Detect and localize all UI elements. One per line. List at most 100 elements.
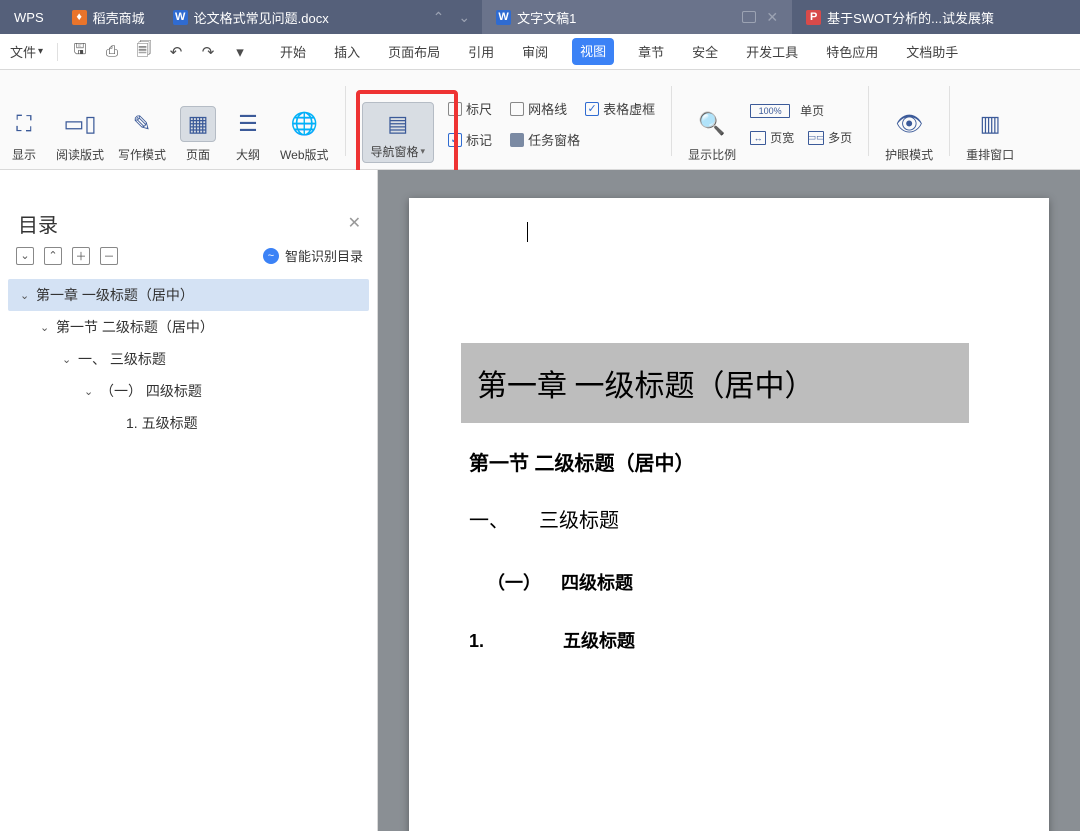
tab-featured[interactable]: 特色应用: [822, 38, 882, 65]
close-tab-icon[interactable]: ✕: [766, 9, 778, 26]
fullscreen-icon: ⛶: [6, 106, 42, 142]
tree-item-h3[interactable]: ⌄一、 三级标题: [8, 343, 369, 375]
document-page[interactable]: 第一章 一级标题（居中） 第一节 二级标题（居中） 一、三级标题 （一）四级标题…: [409, 198, 1049, 831]
document-viewport[interactable]: 第一章 一级标题（居中） 第一节 二级标题（居中） 一、三级标题 （一）四级标题…: [378, 170, 1080, 831]
chevron-down-icon: ▾: [38, 46, 43, 57]
window-icon: ▥: [972, 106, 1008, 142]
tree-item-h2[interactable]: ⌄第一节 二级标题（居中）: [8, 311, 369, 343]
doc-heading-3[interactable]: 一、三级标题: [469, 504, 989, 533]
text-cursor: [527, 222, 528, 242]
chk-mark[interactable]: 标记: [448, 130, 492, 149]
dropdown-icon[interactable]: ▾: [232, 44, 248, 60]
tab-label: 论文格式常见问题.docx: [194, 8, 329, 27]
preview-icon[interactable]: 🗐: [136, 44, 152, 60]
nav-pane-icon: ▤: [380, 109, 416, 139]
tab-dev[interactable]: 开发工具: [742, 38, 802, 65]
quick-access: 🖫 ⎙ 🗐 ↶ ↷ ▾: [72, 44, 248, 60]
expand-all-icon[interactable]: ⌄: [16, 247, 34, 265]
chevron-down-icon: ⌄: [84, 385, 94, 398]
tab-layout[interactable]: 页面布局: [384, 38, 444, 65]
save-icon[interactable]: 🖫: [72, 44, 88, 60]
word-icon: W: [173, 10, 188, 25]
btn-read-mode[interactable]: ▭▯ 阅读版式: [56, 106, 104, 163]
tab-store[interactable]: ♦ 稻壳商城: [58, 0, 159, 34]
chevron-down-icon: ▾: [421, 146, 426, 157]
close-panel-icon[interactable]: ✕: [348, 213, 361, 233]
collapse-all-icon[interactable]: ⌃: [44, 247, 62, 265]
zoom-options: 100%单页 ↔页宽▭▭多页: [750, 85, 852, 163]
btn-eye-mode[interactable]: 👁 护眼模式: [885, 106, 933, 163]
outline-tree: ⌄第一章 一级标题（居中） ⌄第一节 二级标题（居中） ⌄一、 三级标题 ⌄（一…: [0, 275, 377, 443]
chevron-down-icon: ⌄: [62, 353, 72, 366]
outline-icon: ☰: [230, 106, 266, 142]
multipage-icon: ▭▭: [808, 131, 824, 145]
tab-label: 文字文稿1: [517, 8, 576, 27]
btn-web-layout[interactable]: 🌐 Web版式: [280, 106, 328, 163]
tree-item-h4[interactable]: ⌄（一） 四级标题: [8, 375, 369, 407]
book-icon: ▭▯: [62, 106, 98, 142]
tab-label: 稻壳商城: [93, 8, 145, 27]
print-icon[interactable]: ⎙: [104, 44, 120, 60]
btn-page-view[interactable]: ▦ 页面: [180, 106, 216, 163]
tab-security[interactable]: 安全: [688, 38, 722, 65]
add-heading-icon[interactable]: ＋: [72, 247, 90, 265]
chevron-down-icon[interactable]: ⌄: [458, 9, 470, 26]
btn-nav-pane[interactable]: ▤ 导航窗格▾: [362, 102, 435, 163]
btn-zoom-100[interactable]: 100%单页: [750, 102, 852, 119]
window-mode-icon[interactable]: [742, 11, 756, 23]
separator: [671, 86, 672, 156]
tab-doc1-controls: ⌃ ⌄: [413, 0, 482, 34]
btn-zoom[interactable]: 🔍 显示比例: [688, 106, 736, 163]
chk-ruler[interactable]: 标尺: [448, 99, 492, 118]
menubar: 文件 ▾ 🖫 ⎙ 🗐 ↶ ↷ ▾ 开始 插入 页面布局 引用 审阅 视图 章节 …: [0, 34, 1080, 70]
tab-start[interactable]: 开始: [276, 38, 310, 65]
navigation-panel: 目录 ✕ ⌄ ⌃ ＋ － ~ 智能识别目录 ⌄第一章 一级标题（居中） ⌄第一节…: [0, 170, 378, 831]
btn-page-width[interactable]: ↔页宽▭▭多页: [750, 129, 852, 146]
page-icon: ▦: [180, 106, 216, 142]
remove-heading-icon[interactable]: －: [100, 247, 118, 265]
tab-review[interactable]: 审阅: [518, 38, 552, 65]
title-tabbar: WPS ♦ 稻壳商城 W 论文格式常见问题.docx ⌃ ⌄ W 文字文稿1 ✕…: [0, 0, 1080, 34]
fire-icon: ♦: [72, 10, 87, 25]
chevron-up-icon[interactable]: ⌃: [433, 9, 445, 26]
tab-doc2[interactable]: W 文字文稿1 ✕: [482, 0, 792, 34]
doc-heading-2[interactable]: 第一节 二级标题（居中）: [469, 447, 989, 476]
redo-icon[interactable]: ↷: [200, 44, 216, 60]
chk-table-dashed[interactable]: 表格虚框: [585, 99, 655, 118]
pagewidth-icon: ↔: [750, 131, 766, 145]
separator: [868, 86, 869, 156]
tab-wps[interactable]: WPS: [0, 0, 58, 34]
nav-panel-title: 目录: [18, 209, 58, 238]
tab-label: WPS: [14, 10, 44, 25]
view-checkboxes: 标尺 网格线 表格虚框 标记 任务窗格: [448, 85, 655, 163]
percent-icon: 100%: [750, 104, 790, 118]
tree-item-h5[interactable]: 1. 五级标题: [8, 407, 369, 439]
file-label: 文件: [10, 42, 36, 61]
btn-outline[interactable]: ☰ 大纲: [230, 106, 266, 163]
chevron-down-icon: ⌄: [20, 289, 30, 302]
undo-icon[interactable]: ↶: [168, 44, 184, 60]
tab-doc3[interactable]: P 基于SWOT分析的...试发展策: [792, 0, 1080, 34]
btn-write-mode[interactable]: ✎ 写作模式: [118, 106, 166, 163]
tree-item-h1[interactable]: ⌄第一章 一级标题（居中）: [8, 279, 369, 311]
tab-helper[interactable]: 文档助手: [902, 38, 962, 65]
tab-section[interactable]: 章节: [634, 38, 668, 65]
doc-heading-5[interactable]: 1.五级标题: [469, 627, 989, 653]
file-menu[interactable]: 文件 ▾: [4, 42, 49, 61]
chk-task-pane[interactable]: 任务窗格: [510, 130, 580, 149]
doc-heading-1[interactable]: 第一章 一级标题（居中）: [461, 343, 969, 423]
btn-fullscreen[interactable]: ⛶ 显示: [6, 106, 42, 163]
btn-ai-toc[interactable]: ~ 智能识别目录: [263, 246, 363, 265]
tab-insert[interactable]: 插入: [330, 38, 364, 65]
tab-ref[interactable]: 引用: [464, 38, 498, 65]
tab-label: 基于SWOT分析的...试发展策: [827, 8, 994, 27]
separator: [345, 86, 346, 156]
body-area: 目录 ✕ ⌄ ⌃ ＋ － ~ 智能识别目录 ⌄第一章 一级标题（居中） ⌄第一节…: [0, 170, 1080, 831]
tab-view[interactable]: 视图: [572, 38, 614, 65]
btn-relayout[interactable]: ▥ 重排窗口: [966, 106, 1014, 163]
chk-gridlines[interactable]: 网格线: [510, 99, 567, 118]
tab-doc1[interactable]: W 论文格式常见问题.docx: [159, 0, 413, 34]
ai-icon: ~: [263, 248, 279, 264]
doc-heading-4[interactable]: （一）四级标题: [487, 569, 989, 595]
ribbon-tabs: 开始 插入 页面布局 引用 审阅 视图 章节 安全 开发工具 特色应用 文档助手: [276, 38, 962, 65]
